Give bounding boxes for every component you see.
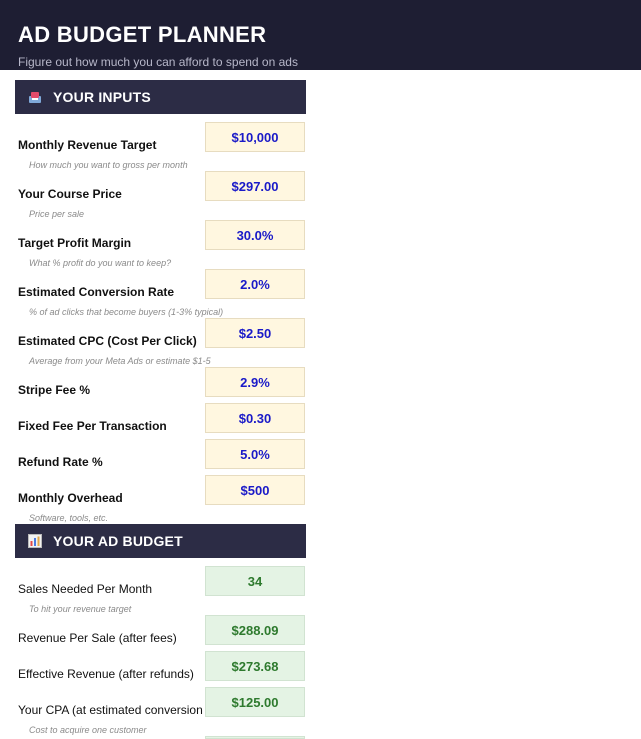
label-refund-rate: Refund Rate % bbox=[18, 455, 103, 469]
inputs-section-header: YOUR INPUTS bbox=[15, 80, 306, 114]
hint-target-profit-margin: What % profit do you want to keep? bbox=[29, 258, 172, 268]
label-sales-needed: Sales Needed Per Month bbox=[18, 582, 153, 596]
label-fixed-fee: Fixed Fee Per Transaction bbox=[18, 419, 167, 433]
bar-chart-icon bbox=[28, 534, 42, 548]
hint-cpc: Average from your Meta Ads or estimate $… bbox=[29, 356, 211, 366]
inbox-tray-icon bbox=[28, 90, 42, 104]
hint-conversion-rate: % of ad clicks that become buyers (1-3% … bbox=[29, 307, 224, 317]
hint-course-price: Price per sale bbox=[29, 209, 85, 219]
label-cpc: Estimated CPC (Cost Per Click) bbox=[18, 334, 197, 348]
hint-monthly-revenue-target: How much you want to gross per month bbox=[29, 160, 188, 170]
input-monthly-overhead[interactable]: $500 bbox=[205, 475, 305, 505]
page-title: AD BUDGET PLANNER bbox=[18, 22, 267, 47]
input-course-price[interactable]: $297.00 bbox=[205, 171, 305, 201]
page-subtitle: Figure out how much you can afford to sp… bbox=[18, 55, 298, 69]
label-stripe-fee: Stripe Fee % bbox=[18, 383, 91, 397]
output-your-cpa: $125.00 bbox=[205, 687, 305, 717]
label-monthly-overhead: Monthly Overhead bbox=[18, 491, 123, 505]
budget-section-title: YOUR AD BUDGET bbox=[53, 533, 183, 549]
label-your-cpa: Your CPA (at estimated conversion rate) bbox=[18, 703, 205, 717]
label-course-price: Your Course Price bbox=[18, 187, 122, 201]
input-cpc[interactable]: $2.50 bbox=[205, 318, 305, 348]
label-monthly-revenue-target: Monthly Revenue Target bbox=[18, 138, 157, 152]
label-revenue-per-sale: Revenue Per Sale (after fees) bbox=[18, 631, 177, 645]
input-target-profit-margin[interactable]: 30.0% bbox=[205, 220, 305, 250]
hint-your-cpa: Cost to acquire one customer bbox=[29, 725, 147, 735]
budget-section-header: YOUR AD BUDGET bbox=[15, 524, 306, 558]
output-effective-revenue: $273.68 bbox=[205, 651, 305, 681]
hint-monthly-overhead: Software, tools, etc. bbox=[29, 513, 109, 523]
output-sales-needed: 34 bbox=[205, 566, 305, 596]
label-conversion-rate: Estimated Conversion Rate bbox=[18, 285, 175, 299]
output-revenue-per-sale: $288.09 bbox=[205, 615, 305, 645]
hint-sales-needed: To hit your revenue target bbox=[29, 604, 132, 614]
input-stripe-fee[interactable]: 2.9% bbox=[205, 367, 305, 397]
input-conversion-rate[interactable]: 2.0% bbox=[205, 269, 305, 299]
label-target-profit-margin: Target Profit Margin bbox=[18, 236, 132, 250]
input-fixed-fee[interactable]: $0.30 bbox=[205, 403, 305, 433]
inputs-section-title: YOUR INPUTS bbox=[53, 89, 151, 105]
label-effective-revenue: Effective Revenue (after refunds) bbox=[18, 667, 194, 681]
input-refund-rate[interactable]: 5.0% bbox=[205, 439, 305, 469]
app-header: AD BUDGET PLANNER Figure out how much yo… bbox=[0, 0, 641, 70]
input-monthly-revenue-target[interactable]: $10,000 bbox=[205, 122, 305, 152]
